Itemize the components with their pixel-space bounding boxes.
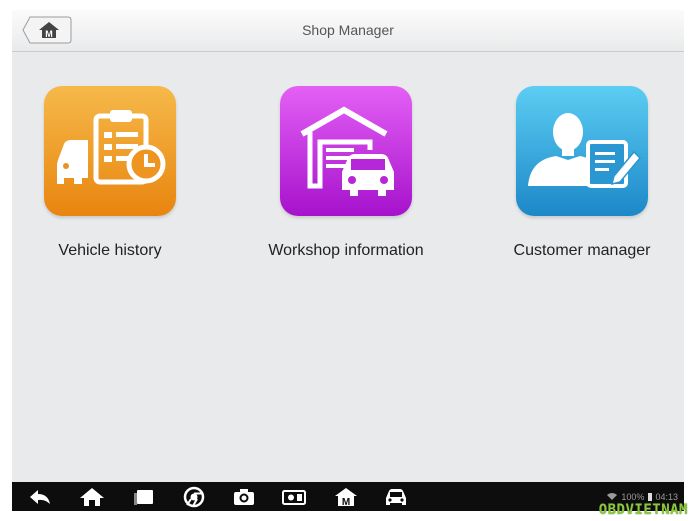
vehicle-history-tile[interactable]: Vehicle history	[12, 86, 220, 266]
camera-icon[interactable]	[230, 486, 258, 508]
workshop-information-tile[interactable]: Workshop information	[236, 86, 456, 266]
tile-label: Customer manager	[513, 242, 651, 259]
title-bar: M Shop Manager	[12, 10, 684, 52]
recent-apps-icon[interactable]	[130, 486, 158, 508]
battery-icon	[647, 493, 652, 501]
workshop-garage-icon	[280, 86, 412, 216]
device-screen: M Shop Manager Vehicle history Workshop …	[12, 10, 684, 511]
watermark: OBDVIETNAM	[598, 502, 688, 518]
customer-manager-icon	[516, 86, 648, 216]
clock-time: 04:13	[655, 492, 678, 502]
chrome-icon[interactable]	[180, 486, 208, 508]
svg-text:M: M	[342, 497, 350, 508]
main-content: Vehicle history Workshop information Cus…	[12, 52, 684, 482]
wifi-icon	[606, 492, 617, 502]
vehicle-icon[interactable]	[382, 486, 410, 508]
customer-manager-tile[interactable]: Customer manager	[472, 86, 684, 266]
back-icon[interactable]	[26, 486, 54, 508]
battery-percent: 100%	[621, 492, 645, 502]
m-logo-icon[interactable]: M	[332, 486, 360, 508]
status-area: 100% 04:13	[606, 492, 678, 502]
tile-label: Vehicle history	[58, 242, 162, 259]
tile-label: Workshop information	[268, 242, 424, 259]
display-settings-icon[interactable]	[280, 486, 308, 508]
system-navigation-bar: M 100% 04:13	[12, 482, 684, 511]
vehicle-history-icon	[44, 86, 176, 216]
home-icon[interactable]	[78, 486, 106, 508]
page-title: Shop Manager	[302, 22, 394, 38]
